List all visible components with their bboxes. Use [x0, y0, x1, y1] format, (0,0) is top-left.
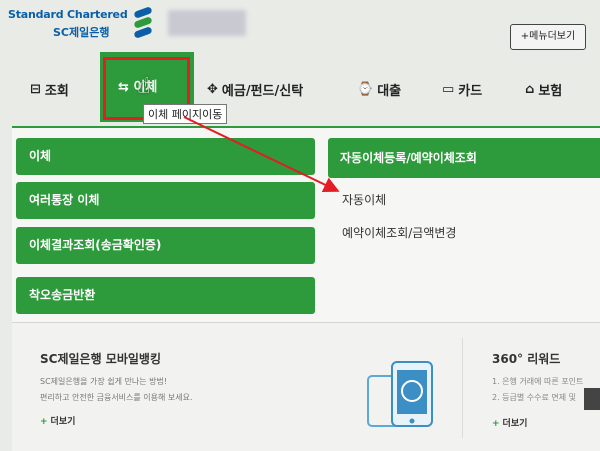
submenu-auto-transfer-heading[interactable]: 자동이체등록/예약이체조회	[328, 138, 600, 178]
home-icon: ⌂	[525, 81, 535, 97]
main-nav: ⊟ 조회 ✥ 예금/펀드/신탁 ⌚ 대출 ▭ 카드 ⌂ 보험	[0, 62, 600, 122]
nav-item-loan[interactable]: ⌚ 대출	[357, 76, 401, 102]
inquiry-icon: ⊟	[30, 81, 41, 97]
logo-text-korean: SC제일은행	[53, 26, 110, 39]
logo-text-english: Standard Chartered	[8, 8, 128, 21]
deposit-icon: ✥	[207, 81, 218, 97]
menu-misdirected-return[interactable]: 착오송금반환	[16, 277, 315, 314]
nav-item-insurance[interactable]: ⌂ 보험	[525, 76, 562, 102]
nav-tooltip: 이체 페이지이동	[143, 104, 228, 124]
bank-logo[interactable]: Standard Chartered SC제일은행	[8, 6, 158, 40]
section-divider	[462, 338, 463, 438]
mobile-banking-title: SC제일은행 모바일뱅킹	[40, 352, 161, 366]
menu-multi-account-transfer[interactable]: 여러통장 이체	[16, 182, 315, 219]
nav-item-inquiry[interactable]: ⊟ 조회	[30, 76, 69, 102]
mobile-banking-desc: SC제일은행을 가장 쉽게 만나는 방법!	[40, 377, 168, 386]
reward-desc: 1. 은행 거래에 따른 포인트	[492, 377, 584, 386]
reward-image	[584, 388, 600, 410]
more-label: 더보기	[502, 419, 528, 429]
submenu-auto-transfer[interactable]: 자동이체	[342, 191, 386, 208]
reward-desc: 2. 등급별 수수료 면제 및	[492, 393, 577, 402]
nav-label: 카드	[458, 83, 483, 99]
menu-transfer-result[interactable]: 이체결과조회(송금확인증)	[16, 227, 315, 264]
nav-label: 예금/펀드/신탁	[221, 83, 304, 99]
loan-icon: ⌚	[357, 81, 374, 97]
nav-item-card[interactable]: ▭ 카드	[442, 76, 482, 102]
nav-label: 대출	[377, 83, 402, 99]
reward-more-link[interactable]: + 더보기	[492, 416, 527, 429]
more-label: 더보기	[50, 417, 76, 427]
mobile-phone-icon	[367, 361, 433, 427]
menu-more-button[interactable]: +메뉴더보기	[510, 24, 586, 50]
reward-title: 360° 리워드	[492, 352, 561, 366]
plus-icon: +	[40, 417, 48, 427]
submenu-scheduled-transfer[interactable]: 예약이체조회/금액변경	[342, 224, 456, 241]
nav-item-deposit[interactable]: ✥ 예금/펀드/신탁	[207, 76, 303, 102]
mobile-more-link[interactable]: + 더보기	[40, 414, 75, 427]
blurred-user-info	[168, 10, 246, 36]
card-icon: ▭	[442, 81, 455, 97]
hand-cursor-icon: ☝	[137, 74, 151, 99]
nav-label: 조회	[44, 83, 69, 99]
logo-mark-icon	[132, 6, 154, 39]
plus-icon: +	[492, 419, 500, 429]
mobile-banking-desc: 편리하고 안전한 금융서비스를 이용해 보세요.	[40, 393, 193, 402]
nav-label: 보험	[538, 83, 563, 99]
menu-transfer[interactable]: 이체	[16, 138, 315, 175]
